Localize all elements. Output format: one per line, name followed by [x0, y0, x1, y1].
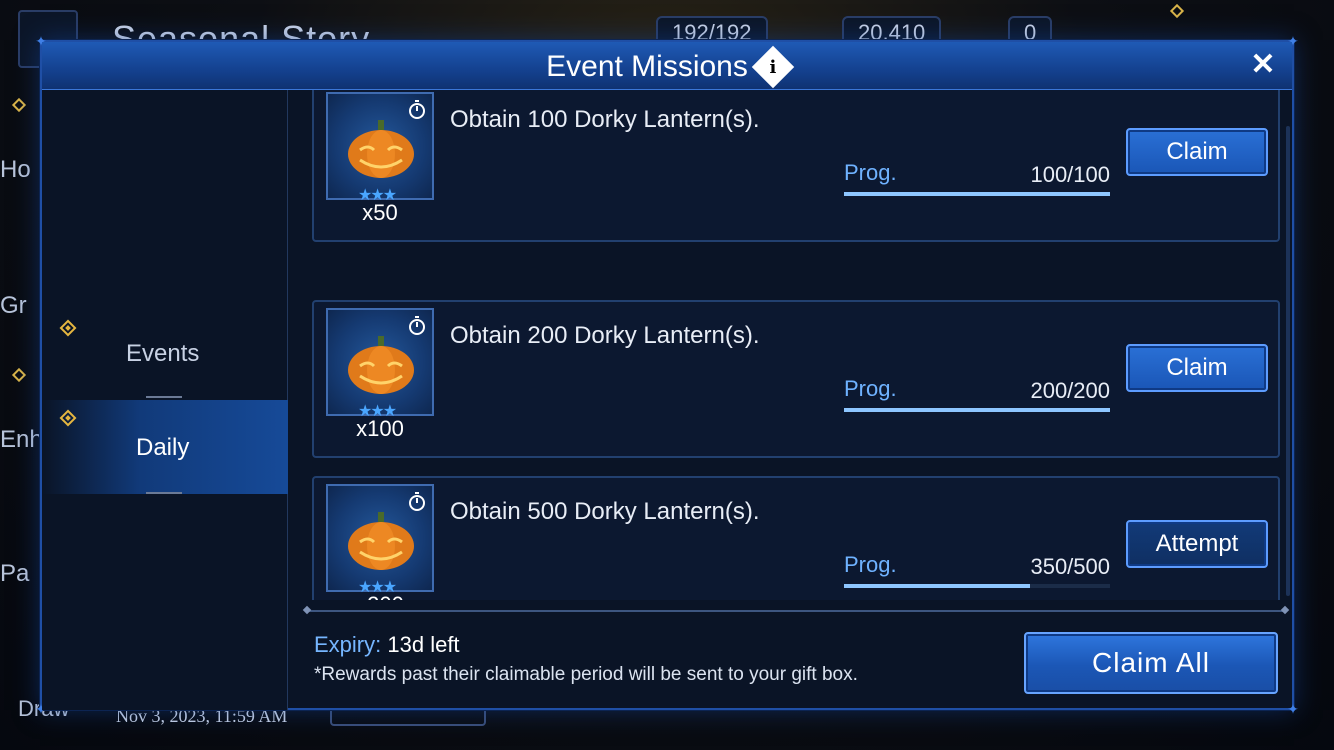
side-label-group: Gr — [0, 292, 27, 319]
mission-category-sidebar: Events Daily — [42, 90, 288, 710]
reward-item[interactable]: ★★★ — [326, 484, 434, 596]
progress-label: Prog. — [844, 376, 897, 401]
reward-quantity: x100 — [356, 416, 404, 441]
notification-diamond-icon — [59, 409, 77, 427]
progress-value: 350/500 — [1030, 554, 1110, 579]
mission-row: ★★★ x200 Obtain 500 Dorky Lantern(s). Pr… — [312, 476, 1280, 600]
progress-bar — [844, 408, 1110, 412]
progress-bar-fill — [844, 408, 1110, 412]
mission-description: Obtain 500 Dorky Lantern(s). — [450, 498, 760, 525]
tab-daily[interactable]: Daily — [42, 400, 288, 494]
close-icon[interactable]: ✕ — [1248, 50, 1278, 80]
info-icon-glyph: i — [769, 56, 777, 78]
pumpkin-lantern-icon — [348, 120, 414, 178]
claim-button[interactable]: Claim — [1126, 344, 1268, 392]
expiry-label: Expiry: — [314, 632, 382, 657]
claim-all-button[interactable]: Claim All — [1024, 632, 1278, 694]
mission-list-scrollbar[interactable] — [1286, 126, 1290, 596]
tab-daily-label: Daily — [136, 434, 190, 461]
notification-diamond — [1169, 3, 1185, 19]
pumpkin-lantern-icon — [348, 512, 414, 570]
reward-item[interactable]: ★★★ — [326, 92, 434, 204]
progress-label: Prog. — [844, 552, 897, 577]
progress-value: 100/100 — [1030, 162, 1110, 187]
reward-quantity: x50 — [362, 200, 398, 225]
progress-bar — [844, 584, 1110, 588]
progress-bar-fill — [844, 192, 1110, 196]
mission-row: ★★★ x50 Obtain 100 Dorky Lantern(s). Pro… — [312, 90, 1280, 242]
event-missions-modal: ✦ ✦ ✦ ✦ Event Missions i ✕ Events Daily — [35, 34, 1299, 716]
attempt-button[interactable]: Attempt — [1126, 520, 1268, 568]
tab-divider — [146, 396, 182, 398]
expiry-info: Expiry: 13d left — [314, 632, 460, 658]
notification-diamond-icon — [59, 319, 77, 337]
notification-diamond — [11, 367, 27, 383]
mission-description: Obtain 100 Dorky Lantern(s). — [450, 106, 760, 133]
mission-row: ★★★ x100 Obtain 200 Dorky Lantern(s). Pr… — [312, 300, 1280, 458]
modal-header: Event Missions i ✕ — [42, 42, 1292, 90]
expiry-value: 13d left — [387, 632, 460, 657]
notification-diamond — [11, 97, 27, 113]
reward-item[interactable]: ★★★ — [326, 308, 434, 420]
mission-description: Obtain 200 Dorky Lantern(s). — [450, 322, 760, 349]
info-icon[interactable]: i — [751, 45, 795, 89]
progress-bar-fill — [844, 584, 1031, 588]
tab-divider — [146, 492, 182, 494]
footer-divider — [306, 610, 1286, 612]
tab-events-label: Events — [126, 340, 200, 367]
modal-title: Event Missions — [546, 50, 748, 83]
rewards-note: *Rewards past their claimable period wil… — [314, 664, 858, 685]
progress-value: 200/200 — [1030, 378, 1110, 403]
progress-label: Prog. — [844, 160, 897, 185]
pumpkin-lantern-icon — [348, 336, 414, 394]
corner-star-icon: ✦ — [1287, 701, 1299, 717]
side-label-enhance: Enh — [0, 426, 43, 453]
side-label-party: Pa — [0, 560, 30, 587]
mission-list[interactable]: ★★★ x50 Obtain 100 Dorky Lantern(s). Pro… — [310, 90, 1282, 600]
progress-bar — [844, 192, 1110, 196]
tab-events[interactable]: Events — [42, 306, 288, 400]
modal-title-row: Event Missions i — [42, 45, 1292, 89]
reward-quantity: x200 — [314, 592, 446, 600]
claim-button[interactable]: Claim — [1126, 128, 1268, 176]
side-label-home: Ho — [0, 156, 31, 183]
